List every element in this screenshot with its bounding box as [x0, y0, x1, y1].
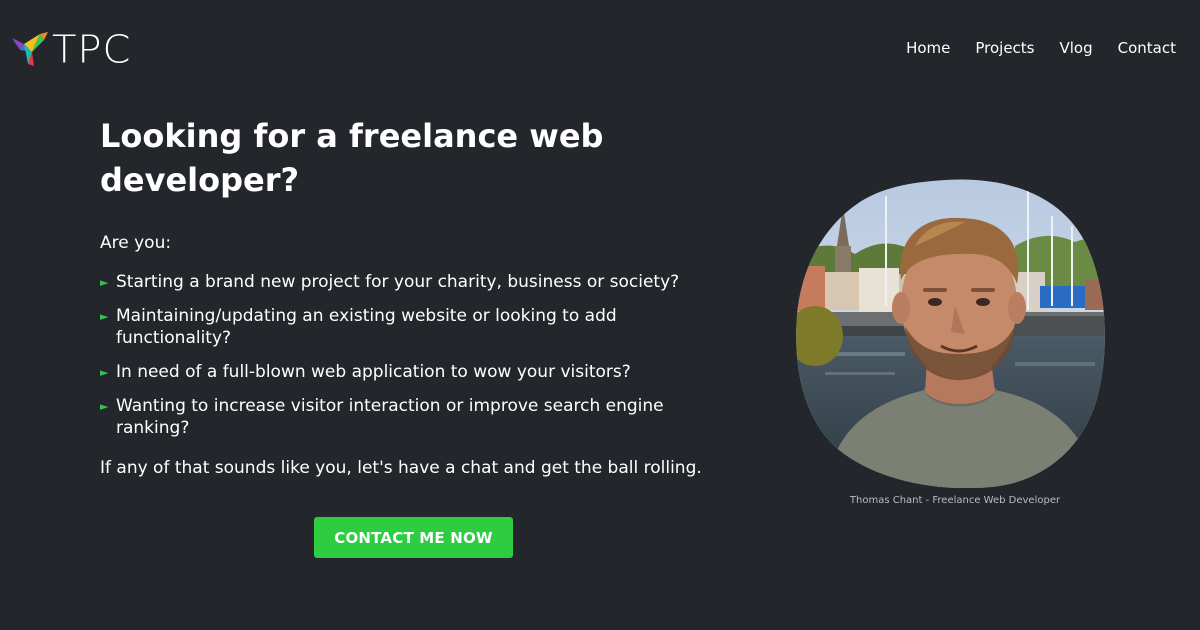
bullet-text: Wanting to increase visitor interaction … — [116, 396, 664, 438]
portrait-caption: Thomas Chant - Freelance Web Developer — [849, 495, 1061, 506]
nav-home[interactable]: Home — [906, 38, 950, 58]
bullet-text: Maintaining/updating an existing website… — [116, 306, 617, 348]
portrait-photo — [795, 176, 1107, 488]
triangle-bullet-icon: ► — [100, 366, 109, 379]
site-logo[interactable]: TPC — [10, 30, 131, 70]
list-item: ► Wanting to increase visitor interactio… — [100, 395, 700, 439]
hero-headline: Looking for a freelance web developer? — [100, 117, 604, 199]
hero-outro: If any of that sounds like you, let's ha… — [100, 458, 702, 478]
triangle-bullet-icon: ► — [100, 276, 109, 289]
list-item: ► In need of a full-blown web applicatio… — [100, 361, 700, 383]
hummingbird-logo-icon — [12, 32, 48, 66]
bullet-text: In need of a full-blown web application … — [116, 362, 631, 382]
list-item: ► Starting a brand new project for your … — [100, 271, 700, 293]
triangle-bullet-icon: ► — [100, 310, 109, 323]
hero-bullet-list: ► Starting a brand new project for your … — [100, 271, 700, 451]
main-nav: Home Projects Vlog Contact — [906, 38, 1176, 58]
list-item: ► Maintaining/updating an existing websi… — [100, 305, 700, 349]
nav-vlog[interactable]: Vlog — [1060, 38, 1093, 58]
bullet-text: Starting a brand new project for your ch… — [116, 272, 680, 292]
page: TPC Home Projects Vlog Contact Looking f… — [0, 0, 1200, 630]
nav-projects[interactable]: Projects — [975, 38, 1034, 58]
hero-intro: Are you: — [100, 233, 172, 253]
nav-contact[interactable]: Contact — [1118, 38, 1176, 58]
logo-text: TPC — [52, 28, 132, 72]
contact-me-button[interactable]: CONTACT ME NOW — [314, 517, 513, 558]
triangle-bullet-icon: ► — [100, 400, 109, 413]
